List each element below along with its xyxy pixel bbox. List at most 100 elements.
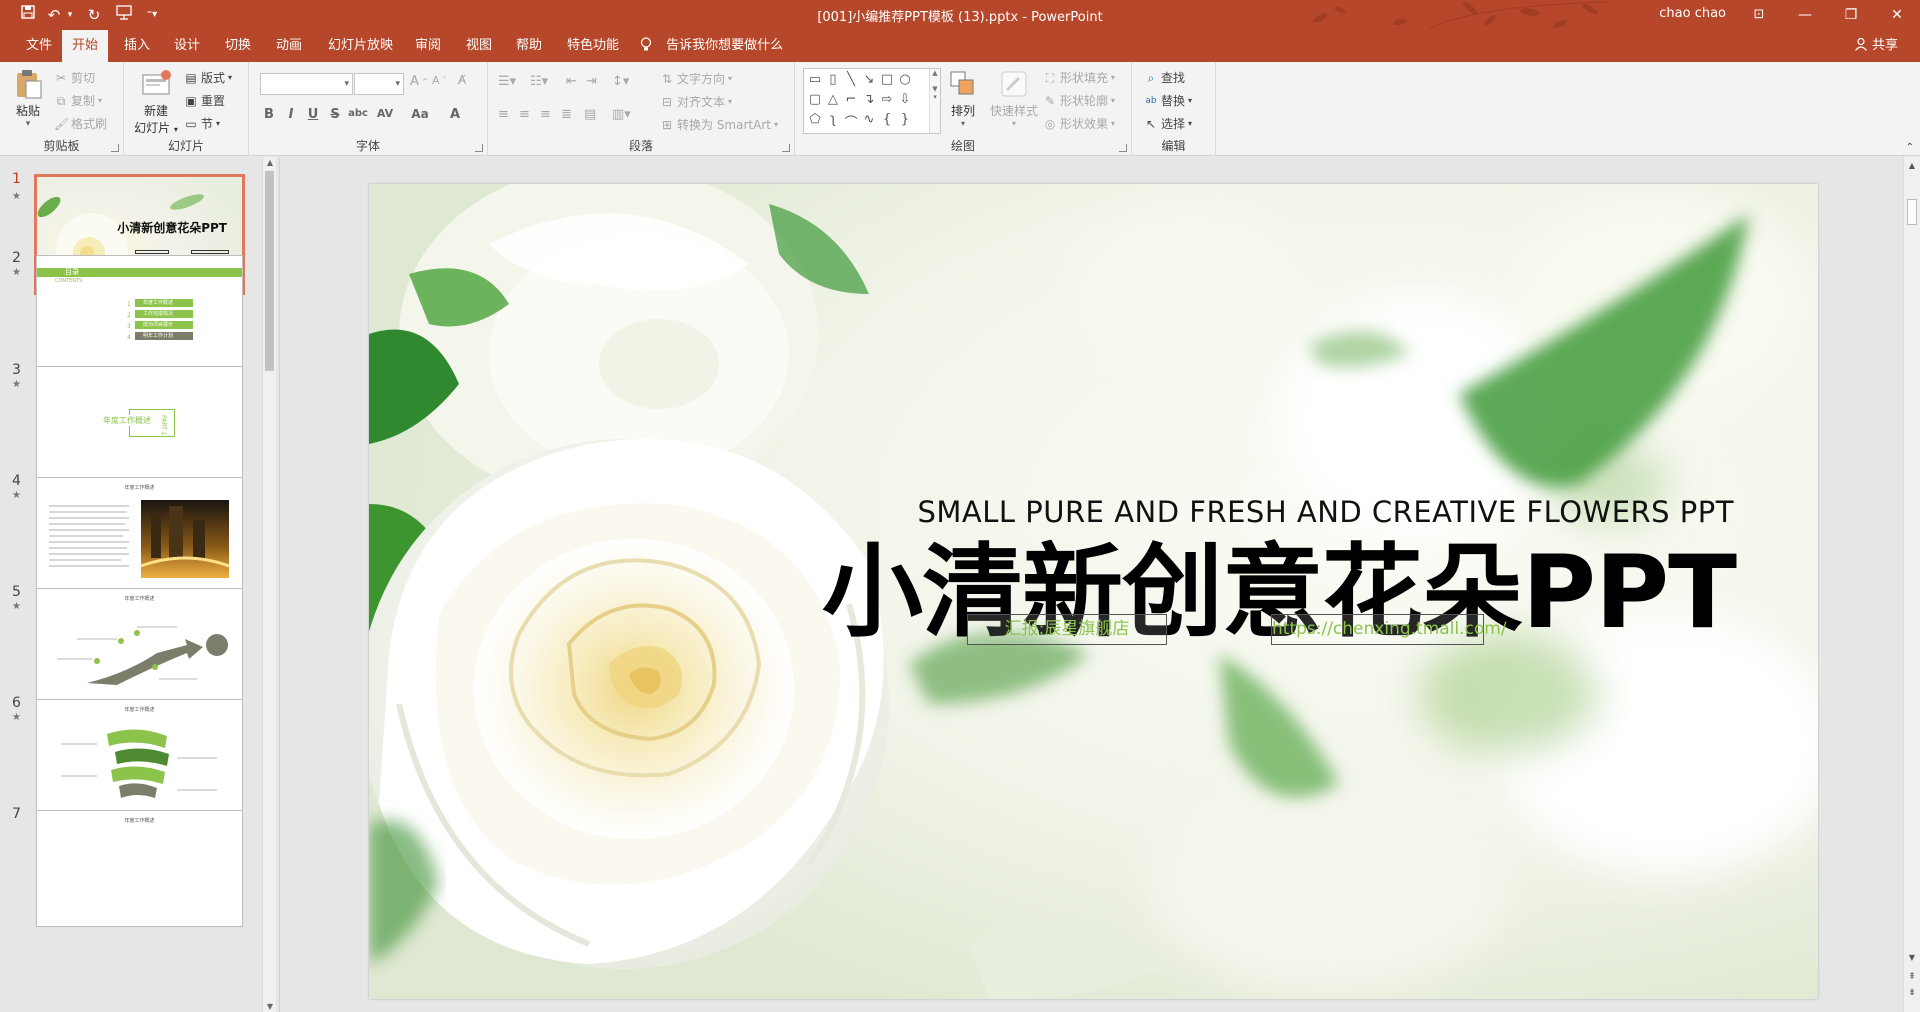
font-name-dropdown-icon[interactable]: ▾: [344, 79, 349, 89]
close-button[interactable]: ✕: [1874, 0, 1920, 30]
text-direction-button[interactable]: ⇅ 文字方向 ▾: [660, 70, 732, 87]
font-launcher-icon[interactable]: [475, 144, 483, 152]
replace-button[interactable]: ab 替换 ▾: [1144, 92, 1192, 109]
tab-view[interactable]: 视图: [456, 30, 502, 62]
layout-dropdown-icon[interactable]: ▾: [228, 73, 232, 82]
section-button[interactable]: ▭ 节 ▾: [184, 115, 220, 132]
tab-animations[interactable]: 动画: [266, 30, 312, 62]
copy-dropdown-icon[interactable]: ▾: [98, 96, 102, 105]
user-name[interactable]: chao chao: [1659, 6, 1726, 21]
strikethrough-button[interactable]: S: [325, 107, 345, 122]
shapes-gallery-scroll[interactable]: ▲ ▼ ▾: [929, 69, 940, 133]
select-button[interactable]: ↖ 选择 ▾: [1144, 115, 1192, 132]
decrease-indent-icon[interactable]: ⇤: [566, 74, 577, 89]
tab-design[interactable]: 设计: [164, 30, 210, 62]
new-slide-button[interactable]: 新建 幻灯片 ▾: [132, 68, 180, 136]
tab-home[interactable]: 开始: [62, 30, 109, 63]
slide-scroll-thumb[interactable]: [1907, 199, 1917, 225]
minimize-button[interactable]: —: [1782, 0, 1828, 30]
ribbon-display-options-icon[interactable]: ⊡: [1736, 0, 1782, 30]
align-center-icon[interactable]: ≡: [519, 107, 530, 122]
font-size-dropdown-icon[interactable]: ▾: [395, 79, 400, 89]
shapes-gallery[interactable]: ▭ ▯ ╲ ↘ □ ○ ▢ △ ⌐ ↴ ⇨ ⇩ ⬠ ʅ ⌒ ∿ { } ▲ ▼ ▾: [803, 68, 941, 134]
tab-special-features[interactable]: 特色功能: [557, 30, 629, 62]
copy-button[interactable]: ⧉ 复制 ▾: [54, 92, 102, 109]
right-brace-shape-icon[interactable]: }: [897, 112, 913, 127]
share-button[interactable]: 共享: [1854, 30, 1898, 62]
font-color-button[interactable]: A: [445, 107, 465, 122]
restore-button[interactable]: ❐: [1828, 0, 1874, 30]
numbering-icon[interactable]: ☷▾: [530, 74, 548, 89]
slide-thumbnail-5[interactable]: 年度工作概述: [36, 588, 243, 705]
scroll-up-icon[interactable]: ▲: [263, 158, 277, 167]
tab-review[interactable]: 审阅: [405, 30, 451, 62]
reporter-box[interactable]: 汇报:辰星旗舰店: [967, 614, 1167, 645]
previous-slide-icon[interactable]: ⇞: [1904, 972, 1920, 982]
bullets-icon[interactable]: ☰▾: [498, 74, 516, 89]
cut-button[interactable]: ✂ 剪切: [54, 69, 95, 86]
slide-thumbnail-7[interactable]: 年度工作概述: [36, 810, 243, 927]
tab-help[interactable]: 帮助: [506, 30, 552, 62]
columns-icon[interactable]: ▥▾: [612, 107, 631, 122]
tab-transitions[interactable]: 切换: [215, 30, 261, 62]
elbow-arrow-connector-icon[interactable]: ↴: [861, 92, 877, 107]
paste-button[interactable]: 粘贴 ▾: [8, 68, 48, 129]
scribble-shape-icon[interactable]: ʅ: [825, 112, 841, 127]
slide-scrollbar[interactable]: ▲ ▼ ⇞ ⇟: [1903, 157, 1920, 1012]
font-name-combo[interactable]: ▾: [260, 73, 353, 95]
textbox-shape-icon[interactable]: ▭: [807, 72, 823, 87]
shadow-button[interactable]: abc: [345, 108, 371, 119]
curve-shape-icon[interactable]: ∿: [861, 112, 877, 127]
english-subtitle[interactable]: SMALL PURE AND FRESH AND CREATIVE FLOWER…: [917, 495, 1734, 529]
arrow-line-shape-icon[interactable]: ↘: [861, 72, 877, 87]
tab-file[interactable]: 文件: [16, 30, 62, 62]
left-brace-shape-icon[interactable]: {: [879, 112, 895, 127]
current-slide[interactable]: SMALL PURE AND FRESH AND CREATIVE FLOWER…: [369, 184, 1818, 999]
format-painter-button[interactable]: 🖌 格式刷: [54, 115, 107, 132]
slide-thumbnail-3[interactable]: 年度工作概述 PART 1: [36, 366, 243, 483]
convert-smartart-button[interactable]: ⊞ 转换为 SmartArt ▾: [660, 116, 778, 133]
quick-styles-dropdown-icon[interactable]: ▾: [987, 119, 1041, 128]
slide-thumbnail-4[interactable]: 年度工作概述: [36, 477, 243, 594]
font-size-combo[interactable]: ▾: [354, 73, 404, 95]
paste-dropdown-icon[interactable]: ▾: [8, 119, 48, 129]
paragraph-launcher-icon[interactable]: [782, 144, 790, 152]
align-text-button[interactable]: ⊟ 对齐文本 ▾: [660, 93, 732, 110]
slide-thumbnail-2[interactable]: 目录 CONTENTS 1234 年度工作概述 工作完成情况 成功项目展示 明年…: [36, 255, 243, 372]
shrink-font-button[interactable]: Aˇ: [432, 74, 447, 87]
arrange-button[interactable]: 排列 ▾: [945, 68, 981, 128]
shape-effects-button[interactable]: ◎ 形状效果 ▾: [1043, 115, 1115, 132]
url-box[interactable]: https://chenxing.tmall.com/: [1271, 614, 1507, 645]
thumbnail-scroll-thumb[interactable]: [265, 171, 274, 371]
rounded-rect-shape-icon[interactable]: ▢: [807, 92, 823, 107]
next-slide-icon[interactable]: ⇟: [1904, 988, 1920, 998]
shape-fill-button[interactable]: ⛶ 形状填充 ▾: [1043, 69, 1115, 86]
clear-formatting-icon[interactable]: A̸: [458, 73, 466, 87]
find-button[interactable]: ⌕ 查找: [1144, 69, 1185, 86]
line-shape-icon[interactable]: ╲: [843, 72, 859, 87]
triangle-shape-icon[interactable]: △: [825, 92, 841, 107]
tab-slideshow[interactable]: 幻灯片放映: [318, 30, 403, 62]
tab-insert[interactable]: 插入: [114, 30, 160, 62]
oval-shape-icon[interactable]: ○: [897, 72, 913, 87]
change-case-button[interactable]: Aa: [407, 107, 433, 121]
line-spacing-icon[interactable]: ↕▾: [612, 74, 629, 89]
freeform-shape-icon[interactable]: ⬠: [807, 112, 823, 127]
shape-outline-button[interactable]: ✎ 形状轮廓 ▾: [1043, 92, 1115, 109]
justify-icon[interactable]: ≣: [561, 107, 572, 122]
character-spacing-button[interactable]: AV: [372, 107, 398, 120]
elbow-connector-icon[interactable]: ⌐: [843, 92, 859, 107]
right-arrow-shape-icon[interactable]: ⇨: [879, 92, 895, 107]
bold-button[interactable]: B: [259, 107, 279, 122]
grow-font-button[interactable]: A ^: [410, 74, 429, 89]
vertical-textbox-shape-icon[interactable]: ▯: [825, 72, 841, 87]
collapse-ribbon-icon[interactable]: ⌃: [1906, 142, 1914, 153]
distributed-icon[interactable]: ▤: [584, 107, 596, 122]
tell-me-box[interactable]: 告诉我你想要做什么: [640, 30, 783, 62]
reset-button[interactable]: ▣ 重置: [184, 92, 225, 109]
layout-button[interactable]: ▤ 版式 ▾: [184, 69, 232, 86]
scroll-up-icon[interactable]: ▲: [1904, 161, 1920, 170]
align-right-icon[interactable]: ≡: [540, 107, 551, 122]
clipboard-launcher-icon[interactable]: [111, 144, 119, 152]
section-dropdown-icon[interactable]: ▾: [216, 119, 220, 128]
